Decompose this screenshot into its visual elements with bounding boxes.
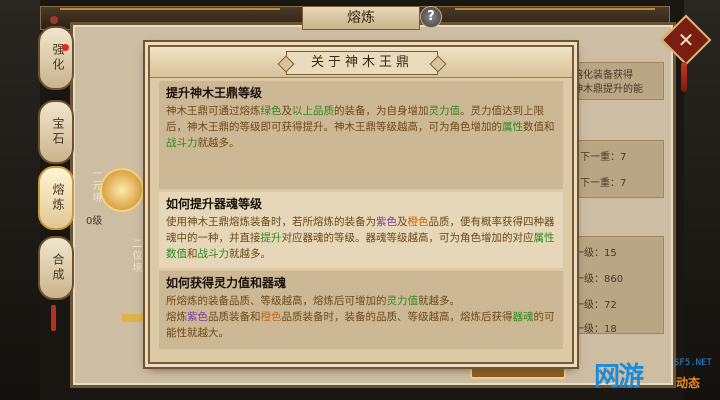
notice-line-2: 神木鼎提升的能	[573, 84, 643, 95]
section-upgrade-cauldron: 提升神木王鼎等级 神木王鼎可通过熔炼绿色及以上品质的装备，为自身增加灵力值。灵力…	[159, 81, 563, 189]
section-obtain-power: 如何获得灵力值和器魂 所熔炼的装备品质、等级越高，熔炼后可增加的灵力值就越多。熔…	[159, 271, 563, 349]
title-ornament-left	[60, 8, 280, 14]
watermark-domain: SF5.NET	[674, 358, 712, 368]
dialog-title: 关于神木王鼎	[286, 51, 438, 75]
body-text: 的装备，为自身增加	[334, 105, 429, 117]
body-text: 所熔炼的装备品质、等级越高，熔炼后可增加的	[166, 295, 387, 307]
highlight-text: 紫色	[376, 216, 397, 228]
notification-dot	[62, 44, 69, 51]
section-text: 使用神木王鼎熔炼装备时，若所熔炼的装备为紫色及橙色品质，便有概率获得四种器魂中的…	[166, 214, 556, 262]
body-text: 品质装备时，装备的品质、等级越高，熔炼后获得	[281, 311, 513, 323]
highlight-text: 属性	[502, 121, 523, 133]
highlight-text: 橙色	[407, 216, 429, 228]
help-button[interactable]: ?	[420, 6, 442, 28]
notice-line-1: 熔化装备获得	[573, 70, 633, 81]
main-window-title: 熔炼	[302, 6, 420, 30]
realm-label-2: 二仪境	[130, 238, 141, 274]
highlight-text: 战斗力	[197, 248, 230, 260]
highlight-text: 提升	[260, 232, 282, 244]
body-text: 数值和	[523, 121, 555, 133]
body-text: 和	[187, 248, 198, 260]
body-text: 就越多。	[418, 295, 460, 307]
section-title: 如何获得灵力值和器魂	[166, 276, 287, 290]
highlight-text: 以上品质	[292, 105, 334, 117]
body-text: 品质装备和	[208, 311, 261, 323]
section-upgrade-soul: 如何提升器魂等级 使用神木王鼎熔炼装备时，若所熔炼的装备为紫色及橙色品质，便有概…	[159, 192, 563, 268]
close-icon: ✕	[677, 28, 695, 52]
highlight-text: 橙色	[260, 311, 282, 323]
tab-synthesize[interactable]: 合成	[38, 236, 74, 300]
watermark-logo: 网游	[594, 362, 644, 392]
body-text: 神木王鼎可通过熔炼	[166, 105, 261, 117]
highlight-text: 器魂	[512, 311, 534, 323]
body-text: 及	[281, 105, 293, 117]
level-row: 一级：860	[574, 274, 624, 285]
level-row: 一级：15	[574, 248, 617, 259]
body-text: 就越多。	[197, 137, 240, 149]
highlight-text: 灵力值	[428, 105, 461, 117]
section-title: 提升神木王鼎等级	[166, 86, 263, 100]
info-dialog: 关于神木王鼎 提升神木王鼎等级 神木王鼎可通过熔炼绿色及以上品质的装备，为自身增…	[148, 45, 574, 364]
highlight-text: 灵力值	[386, 295, 419, 307]
dialog-body[interactable]: 提升神木王鼎等级 神木王鼎可通过熔炼绿色及以上品质的装备，为自身增加灵力值。灵力…	[159, 81, 563, 355]
left-tassel	[51, 305, 56, 331]
tab-strengthen[interactable]: 强化	[38, 26, 74, 90]
section-text: 所熔炼的装备品质、等级越高，熔炼后可增加的灵力值就越多。熔炼紫色品质装备和橙色品…	[166, 293, 556, 341]
level-row: 一级：18	[574, 324, 617, 335]
next-stage-row: 下一重：7	[580, 152, 627, 163]
tab-smelt[interactable]: 熔炼	[38, 166, 74, 230]
yin-yang-icon	[100, 168, 144, 212]
title-ornament-right	[455, 8, 655, 14]
realm-label-1: 一元境	[90, 168, 101, 204]
body-text: 就越多。	[229, 248, 271, 260]
site-watermark: 网游 SF5.NET 动态	[594, 356, 714, 396]
body-text: 对应器魂的等级。器魂等级越高，可为角色增加的对应	[281, 232, 534, 244]
watermark-sub: 动态	[676, 376, 701, 390]
background-left	[0, 0, 40, 400]
body-text: 熔炼	[166, 311, 187, 323]
highlight-text: 紫色	[187, 311, 208, 323]
highlight-text: 绿色	[260, 105, 282, 117]
tab-bead	[50, 16, 58, 24]
close-tassel	[681, 62, 687, 92]
section-title: 如何提升器魂等级	[166, 197, 263, 211]
next-stage-row: 下一重：7	[580, 178, 627, 189]
section-text: 神木王鼎可通过熔炼绿色及以上品质的装备，为自身增加灵力值。灵力值达到上限后，神木…	[166, 103, 556, 151]
body-text: 使用神木王鼎熔炼装备时，若所熔炼的装备为	[166, 216, 376, 228]
level-row: 一级：72	[574, 300, 617, 311]
highlight-text: 战斗力	[166, 137, 198, 149]
dialog-header: 关于神木王鼎	[150, 47, 572, 78]
realm-level: 0级	[86, 216, 103, 227]
tab-gem[interactable]: 宝石	[38, 100, 74, 164]
body-text: 及	[397, 216, 408, 228]
